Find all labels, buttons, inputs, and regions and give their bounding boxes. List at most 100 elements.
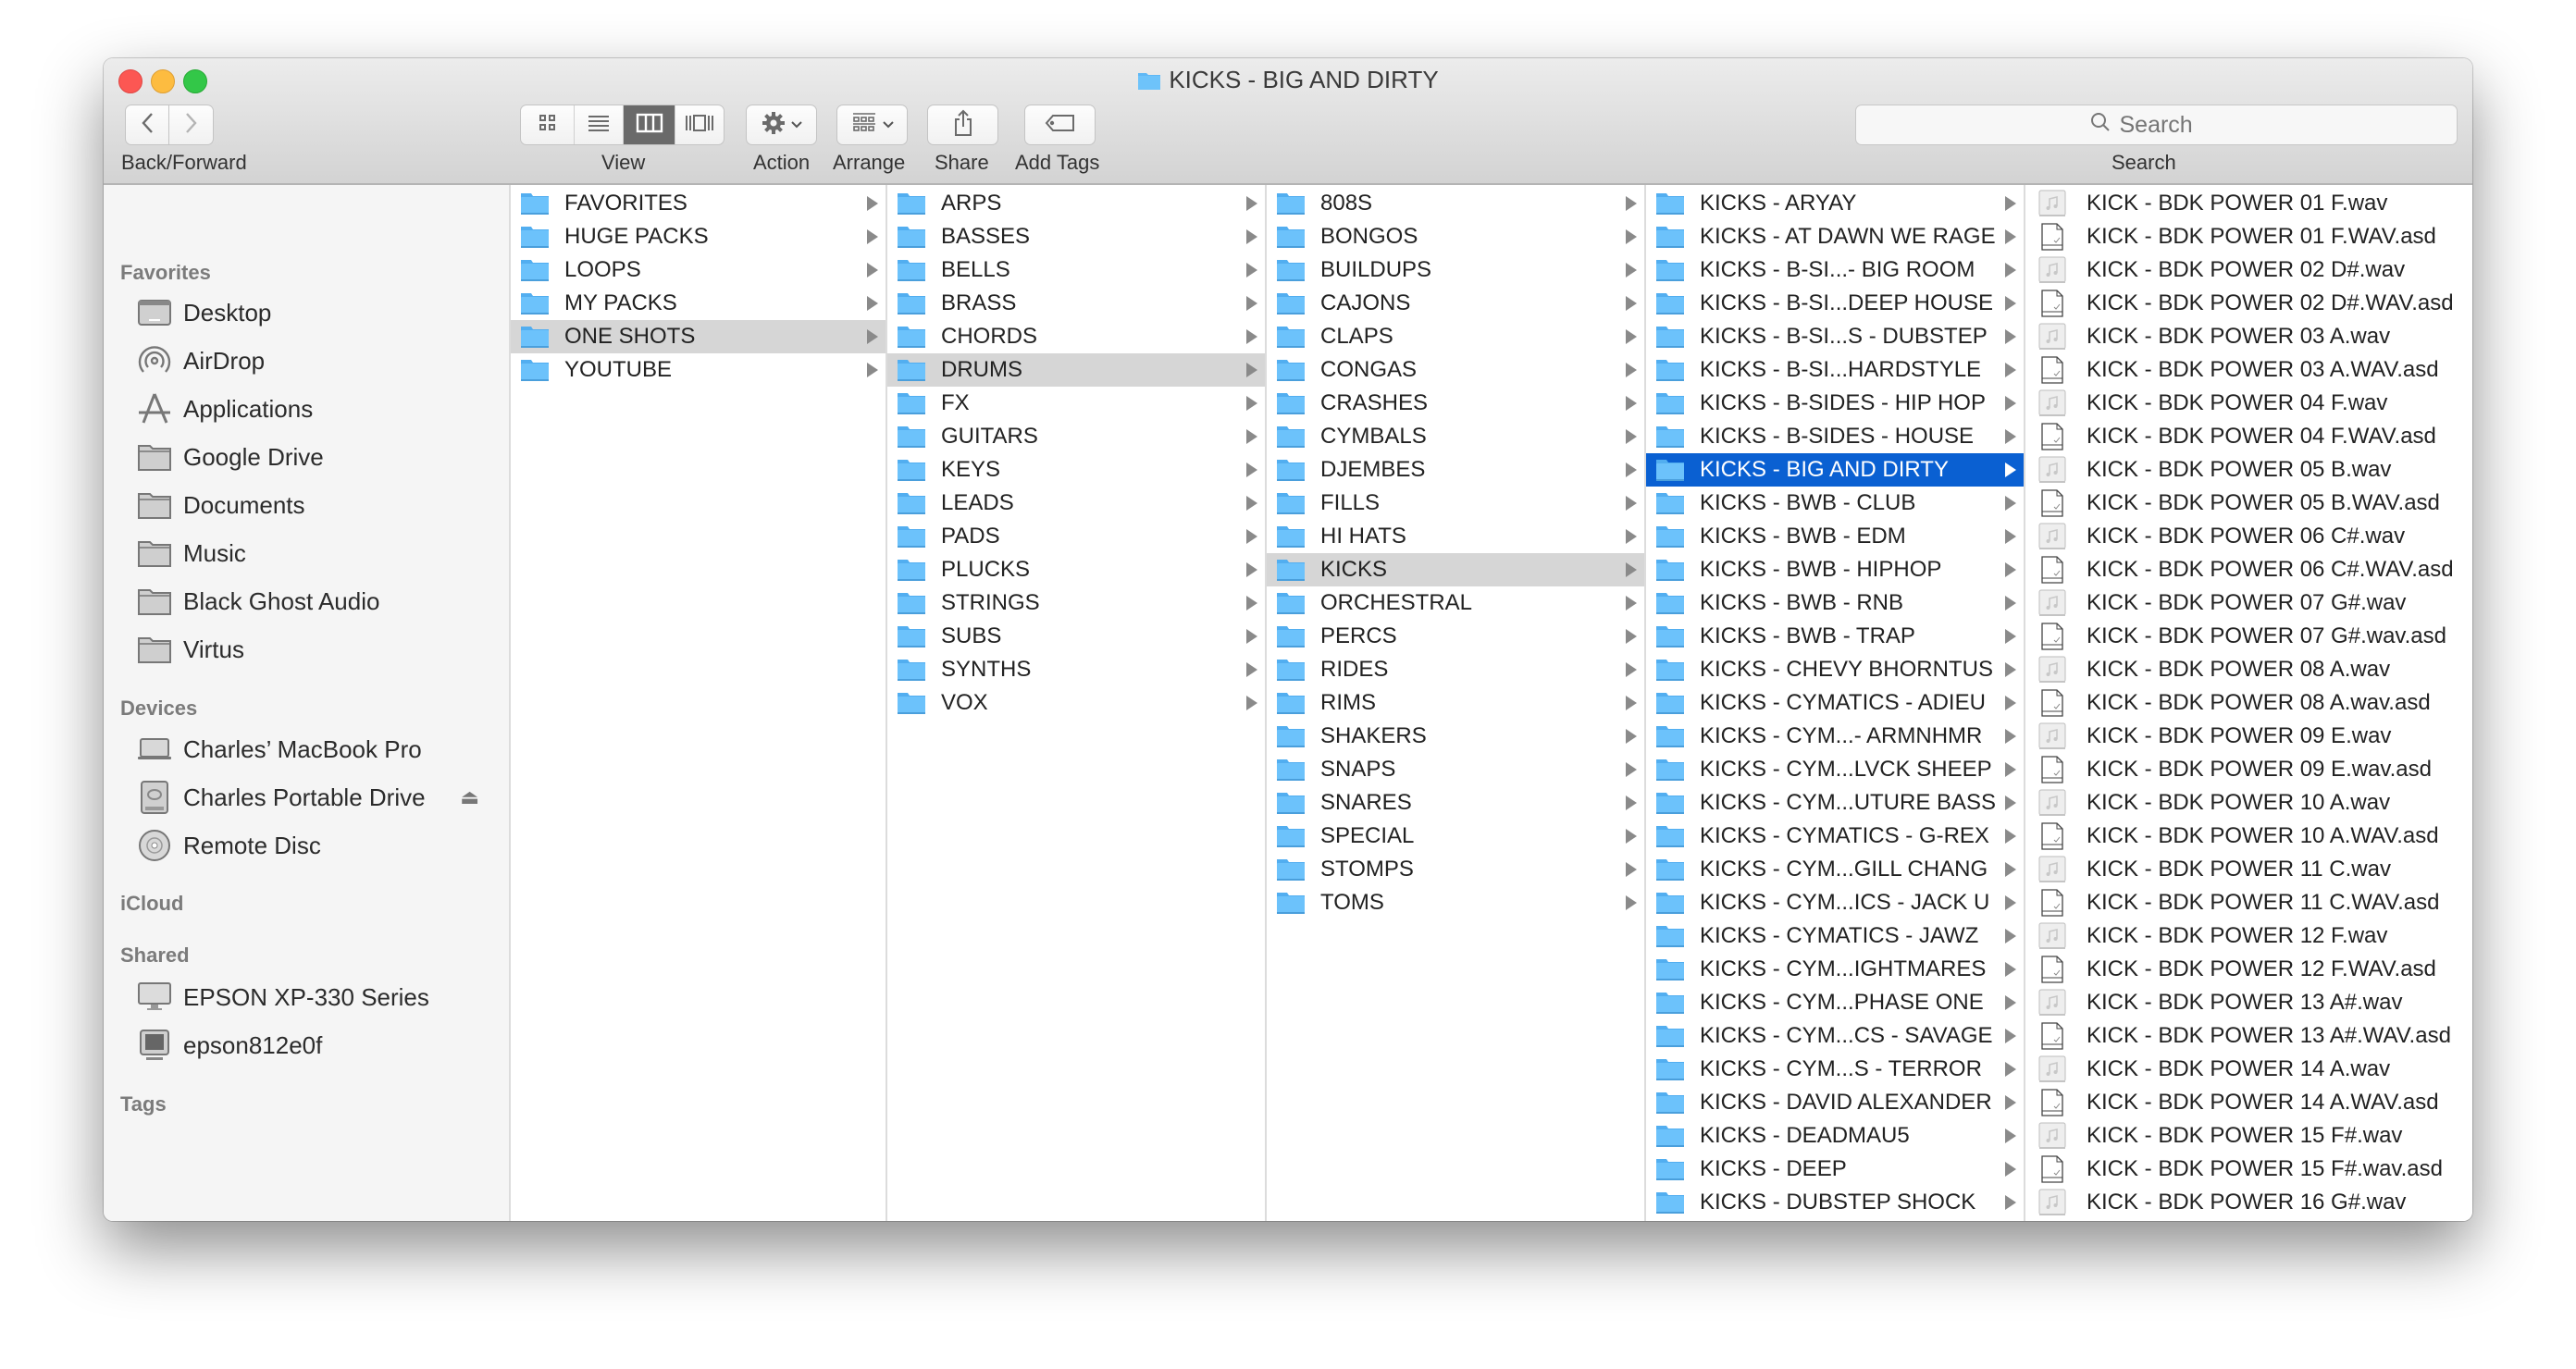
folder-row[interactable]: KICKS - B-SI...S - DUBSTEP — [1646, 320, 2024, 353]
folder-row[interactable]: SHAKERS — [1267, 720, 1644, 753]
folder-row[interactable]: KICKS - ARYAY — [1646, 187, 2024, 220]
folder-row[interactable]: KICKS - CYM...ICS - JACK U — [1646, 886, 2024, 919]
folder-row[interactable]: CAJONS — [1267, 287, 1644, 320]
folder-row[interactable]: KICKS - CYM...GILL CHANG — [1646, 853, 2024, 886]
folder-row[interactable]: SPECIAL — [1267, 820, 1644, 853]
folder-row[interactable]: LOOPS — [511, 253, 886, 287]
folder-row[interactable]: SUBS — [887, 620, 1265, 653]
folder-row[interactable]: KICKS - B-SI...DEEP HOUSE — [1646, 287, 2024, 320]
sidebar-item-music[interactable]: Music — [137, 532, 500, 574]
folder-row[interactable]: FILLS — [1267, 487, 1644, 520]
sidebar-item-virtus[interactable]: Virtus — [137, 628, 500, 671]
file-row[interactable]: KICK - BDK POWER 05 B.WAV.asd — [2025, 487, 2472, 520]
folder-row[interactable]: BUILDUPS — [1267, 253, 1644, 287]
folder-row[interactable]: KICKS - B-SIDES - HIP HOP — [1646, 387, 2024, 420]
file-row[interactable]: KICK - BDK POWER 02 D#.wav — [2025, 253, 2472, 287]
search-field[interactable] — [1855, 105, 2458, 145]
file-row[interactable]: KICK - BDK POWER 13 A#.wav — [2025, 986, 2472, 1019]
cover-flow-view-button[interactable] — [675, 105, 724, 144]
folder-row[interactable]: TOMS — [1267, 886, 1644, 919]
folder-row[interactable]: KICKS - BIG AND DIRTY — [1646, 453, 2024, 487]
file-row[interactable]: KICK - BDK POWER 03 A.wav — [2025, 320, 2472, 353]
arrange-button[interactable] — [836, 105, 908, 145]
folder-row[interactable]: KICKS - B-SIDES - HOUSE — [1646, 420, 2024, 453]
folder-row[interactable]: KEYS — [887, 453, 1265, 487]
folder-row[interactable]: GUITARS — [887, 420, 1265, 453]
folder-row[interactable]: KICKS - CYMATICS - ADIEU — [1646, 686, 2024, 720]
search-input[interactable] — [2117, 110, 2223, 140]
folder-row[interactable]: KICKS - CYM...CS - SAVAGE — [1646, 1019, 2024, 1053]
icon-view-button[interactable] — [521, 105, 576, 144]
folder-row[interactable]: HI HATS — [1267, 520, 1644, 553]
folder-row[interactable]: KICKS - CYM...IGHTMARES — [1646, 953, 2024, 986]
folder-row[interactable]: ONE SHOTS — [511, 320, 886, 353]
file-row[interactable]: KICK - BDK POWER 14 A.wav — [2025, 1053, 2472, 1086]
sidebar-item-applications[interactable]: Applications — [137, 388, 500, 430]
file-row[interactable]: KICK - BDK POWER 12 F.WAV.asd — [2025, 953, 2472, 986]
view-mode-control[interactable] — [520, 105, 724, 145]
folder-row[interactable]: KICKS - CYM...S - TERROR — [1646, 1053, 2024, 1086]
folder-row[interactable]: KICKS - B-SI...HARDSTYLE — [1646, 353, 2024, 387]
add-tags-button[interactable] — [1024, 105, 1096, 145]
folder-row[interactable]: KICKS - B-SI...- BIG ROOM — [1646, 253, 2024, 287]
action-button[interactable] — [746, 105, 817, 145]
file-row[interactable]: KICK - BDK POWER 08 A.wav — [2025, 653, 2472, 686]
file-row[interactable]: KICK - BDK POWER 11 C.WAV.asd — [2025, 886, 2472, 919]
file-row[interactable]: KICK - BDK POWER 08 A.wav.asd — [2025, 686, 2472, 720]
folder-row[interactable]: KICKS - CYMATICS - JAWZ — [1646, 919, 2024, 953]
sidebar-item-epson-xp-330[interactable]: EPSON XP-330 Series — [137, 976, 500, 1018]
folder-row[interactable]: KICKS - CYM...- ARMNHMR — [1646, 720, 2024, 753]
folder-row[interactable]: KICKS - DUBSTEP SHOCK — [1646, 1186, 2024, 1219]
folder-row[interactable]: YOUTUBE — [511, 353, 886, 387]
folder-row[interactable]: KICKS - DEADMAU5 — [1646, 1119, 2024, 1153]
folder-row[interactable]: KICKS - DEEP — [1646, 1153, 2024, 1186]
forward-button[interactable] — [169, 105, 214, 145]
folder-row[interactable]: KICKS - BWB - CLUB — [1646, 487, 2024, 520]
folder-row[interactable]: LEADS — [887, 487, 1265, 520]
eject-icon[interactable]: ⏏ — [460, 785, 479, 809]
file-row[interactable]: KICK - BDK POWER 06 C#.WAV.asd — [2025, 553, 2472, 586]
folder-row[interactable]: KICKS — [1267, 553, 1644, 586]
folder-row[interactable]: SNARES — [1267, 786, 1644, 820]
folder-row[interactable]: RIDES — [1267, 653, 1644, 686]
folder-row[interactable]: SYNTHS — [887, 653, 1265, 686]
folder-row[interactable]: KICKS - CYM...LVCK SHEEP — [1646, 753, 2024, 786]
file-row[interactable]: KICK - BDK POWER 12 F.wav — [2025, 919, 2472, 953]
file-row[interactable]: KICK - BDK POWER 16 G#.wav — [2025, 1186, 2472, 1219]
sidebar-item-remote-disc[interactable]: Remote Disc — [137, 824, 500, 867]
folder-row[interactable]: VOX — [887, 686, 1265, 720]
file-row[interactable]: KICK - BDK POWER 14 A.WAV.asd — [2025, 1086, 2472, 1119]
file-row[interactable]: KICK - BDK POWER 10 A.WAV.asd — [2025, 820, 2472, 853]
folder-row[interactable]: KICKS - CHEVY BHORNTUS — [1646, 653, 2024, 686]
folder-row[interactable]: CRASHES — [1267, 387, 1644, 420]
sidebar-item-epson812e0f[interactable]: epson812e0f — [137, 1024, 500, 1067]
file-row[interactable]: KICK - BDK POWER 05 B.wav — [2025, 453, 2472, 487]
folder-row[interactable]: FAVORITES — [511, 187, 886, 220]
folder-row[interactable]: KICKS - BWB - TRAP — [1646, 620, 2024, 653]
file-row[interactable]: KICK - BDK POWER 13 A#.WAV.asd — [2025, 1019, 2472, 1053]
sidebar-item-google-drive[interactable]: Google Drive — [137, 436, 500, 478]
file-row[interactable]: KICK - BDK POWER 01 F.wav — [2025, 187, 2472, 220]
column-view-button[interactable] — [624, 105, 675, 144]
folder-row[interactable]: KICKS - CYMATICS - G-REX — [1646, 820, 2024, 853]
folder-row[interactable]: STRINGS — [887, 586, 1265, 620]
share-button[interactable] — [927, 105, 998, 145]
folder-row[interactable]: DRUMS — [887, 353, 1265, 387]
folder-row[interactable]: KICKS - AT DAWN WE RAGE — [1646, 220, 2024, 253]
folder-row[interactable]: BASSES — [887, 220, 1265, 253]
folder-row[interactable]: HUGE PACKS — [511, 220, 886, 253]
folder-row[interactable]: DJEMBES — [1267, 453, 1644, 487]
sidebar-item-documents[interactable]: Documents — [137, 484, 500, 526]
folder-row[interactable]: MY PACKS — [511, 287, 886, 320]
back-button[interactable] — [125, 105, 169, 145]
sidebar-item-desktop[interactable]: Desktop — [137, 291, 500, 334]
folder-row[interactable]: KICKS - BWB - EDM — [1646, 520, 2024, 553]
file-row[interactable]: KICK - BDK POWER 09 E.wav — [2025, 720, 2472, 753]
file-row[interactable]: KICK - BDK POWER 15 F#.wav — [2025, 1119, 2472, 1153]
file-row[interactable]: KICK - BDK POWER 04 F.wav — [2025, 387, 2472, 420]
sidebar-item-airdrop[interactable]: AirDrop — [137, 339, 500, 382]
folder-row[interactable]: PADS — [887, 520, 1265, 553]
folder-row[interactable]: BELLS — [887, 253, 1265, 287]
file-row[interactable]: KICK - BDK POWER 07 G#.wav — [2025, 586, 2472, 620]
folder-row[interactable]: SNAPS — [1267, 753, 1644, 786]
